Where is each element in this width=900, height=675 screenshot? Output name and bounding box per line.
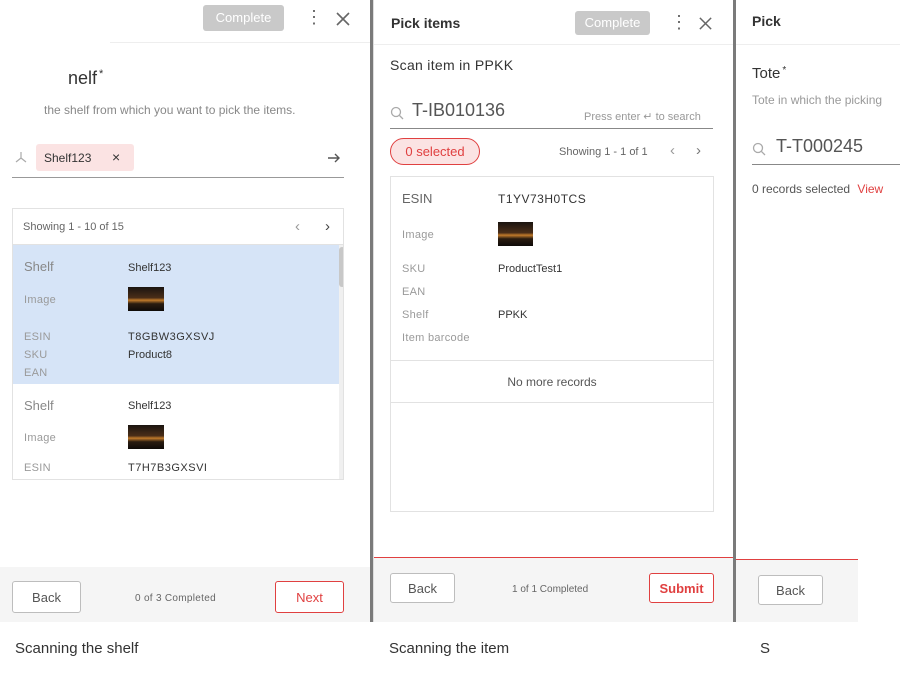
shelf-value: Shelf123 (128, 400, 172, 412)
image-label: Image (24, 432, 57, 444)
tote-title: Tote * (752, 65, 787, 82)
results-box: Showing 1 - 10 of 15 ‹ › Shelf Shelf123 … (12, 208, 344, 480)
sku-value: ProductTest1 (498, 263, 563, 275)
search-underline (12, 177, 344, 178)
progress-text: 1 of 1 Completed (512, 584, 589, 595)
product-thumbnail (498, 222, 533, 246)
header-divider (736, 44, 900, 45)
esin-value: T7H7B3GXSVI (128, 462, 208, 474)
back-button[interactable]: Back (390, 573, 455, 603)
records-selected: 0 records selected View (752, 182, 884, 196)
sku-label: SKU (402, 263, 426, 275)
scan-title: Scan item in PPKK (390, 57, 514, 73)
sku-value: Product8 (128, 349, 173, 361)
shelf-value: PPKK (498, 309, 528, 321)
showing-text: Showing 1 - 10 of 15 (23, 221, 124, 233)
sku-label: SKU (24, 349, 48, 361)
tote-search-input[interactable]: T-T000245 (776, 136, 863, 157)
shelf-label: Shelf (402, 309, 429, 321)
required-marker: * (782, 65, 787, 76)
next-page-icon[interactable]: › (325, 218, 330, 235)
item-barcode-label: Item barcode (402, 332, 470, 344)
chip-label: Shelf123 (44, 151, 92, 165)
list-item[interactable]: Shelf Shelf123 Image ESIN T8GBW3GXSVJ SK… (13, 245, 339, 384)
page-title: nelf * (68, 68, 104, 88)
selected-badge[interactable]: 0 selected (390, 138, 480, 165)
search-hint: Press enter ↵ to search (584, 111, 701, 123)
product-thumbnail (128, 425, 164, 449)
footer-bar: Back 1 of 1 Completed Submit (374, 558, 733, 622)
arrow-right-icon[interactable] (327, 151, 341, 165)
product-thumbnail (128, 287, 164, 311)
header-divider (110, 42, 370, 43)
list-item[interactable]: ESIN T1YV73H0TCS Image SKU ProductTest1 … (391, 177, 713, 361)
prev-page-icon[interactable]: ‹ (670, 142, 675, 159)
panel-scanning-item: Pick items Complete ⋮ Scan item in PPKK … (373, 0, 733, 622)
image-label: Image (24, 294, 57, 306)
caption-shelf: Scanning the shelf (15, 640, 139, 657)
shelf-label: Shelf (24, 398, 54, 413)
search-icon (15, 152, 27, 163)
chip-remove-icon[interactable]: × (112, 149, 120, 165)
more-options-icon[interactable]: ⋮ (305, 8, 323, 26)
list-item[interactable]: Shelf Shelf123 Image ESIN T7H7B3GXSVI (13, 384, 339, 479)
no-more-records: No more records (391, 361, 713, 403)
shelf-value: Shelf123 (128, 262, 172, 274)
search-icon (390, 106, 404, 120)
progress-text: 0 of 3 Completed (135, 593, 216, 604)
complete-button[interactable]: Complete (203, 5, 284, 31)
ean-label: EAN (24, 367, 48, 379)
tote-description: Tote in which the picking (752, 93, 883, 107)
search-icon (752, 142, 766, 156)
esin-label: ESIN (24, 462, 51, 474)
search-underline (390, 128, 713, 129)
next-page-icon[interactable]: › (696, 142, 701, 159)
next-button[interactable]: Next (275, 581, 344, 613)
required-marker: * (99, 68, 104, 80)
page-subtitle: the shelf from which you want to pick th… (44, 103, 296, 117)
submit-button[interactable]: Submit (649, 573, 714, 603)
search-underline (752, 164, 900, 165)
caption-tote: S (760, 640, 771, 657)
caption-item: Scanning the item (389, 640, 510, 657)
complete-button[interactable]: Complete (575, 11, 650, 35)
footer-bar: Back (736, 560, 858, 622)
ean-label: EAN (402, 286, 426, 298)
close-icon[interactable] (335, 11, 351, 27)
back-button[interactable]: Back (758, 575, 823, 605)
esin-value: T8GBW3GXSVJ (128, 331, 215, 343)
pager-bar: Showing 1 - 10 of 15 ‹ › (13, 209, 343, 245)
scrollbar[interactable] (339, 245, 343, 479)
esin-label: ESIN (24, 331, 51, 343)
panel-title: Pick (752, 13, 781, 29)
image-label: Image (402, 229, 435, 241)
shelf-label: Shelf (24, 259, 54, 274)
panel-scanning-shelf: Complete ⋮ nelf * the shelf from which yo… (0, 0, 370, 622)
esin-value: T1YV73H0TCS (498, 192, 587, 206)
view-link[interactable]: View (857, 182, 883, 196)
search-input[interactable]: T-IB010136 (412, 100, 505, 121)
footer-bar: Back 0 of 3 Completed Next (0, 567, 370, 622)
close-icon[interactable] (698, 16, 713, 31)
scrollbar-thumb[interactable] (339, 247, 343, 287)
results-box: ESIN T1YV73H0TCS Image SKU ProductTest1 … (390, 176, 714, 512)
back-button[interactable]: Back (12, 581, 81, 613)
esin-label: ESIN (402, 191, 433, 206)
header-divider (374, 44, 733, 45)
shelf-chip[interactable]: Shelf123 × (36, 144, 134, 171)
panel-title: Pick items (391, 15, 461, 31)
showing-text: Showing 1 - 1 of 1 (559, 146, 648, 158)
more-options-icon[interactable]: ⋮ (670, 13, 688, 31)
panel-scanning-tote: Pick Tote * Tote in which the picking T-T… (736, 0, 900, 622)
prev-page-icon[interactable]: ‹ (295, 218, 300, 235)
